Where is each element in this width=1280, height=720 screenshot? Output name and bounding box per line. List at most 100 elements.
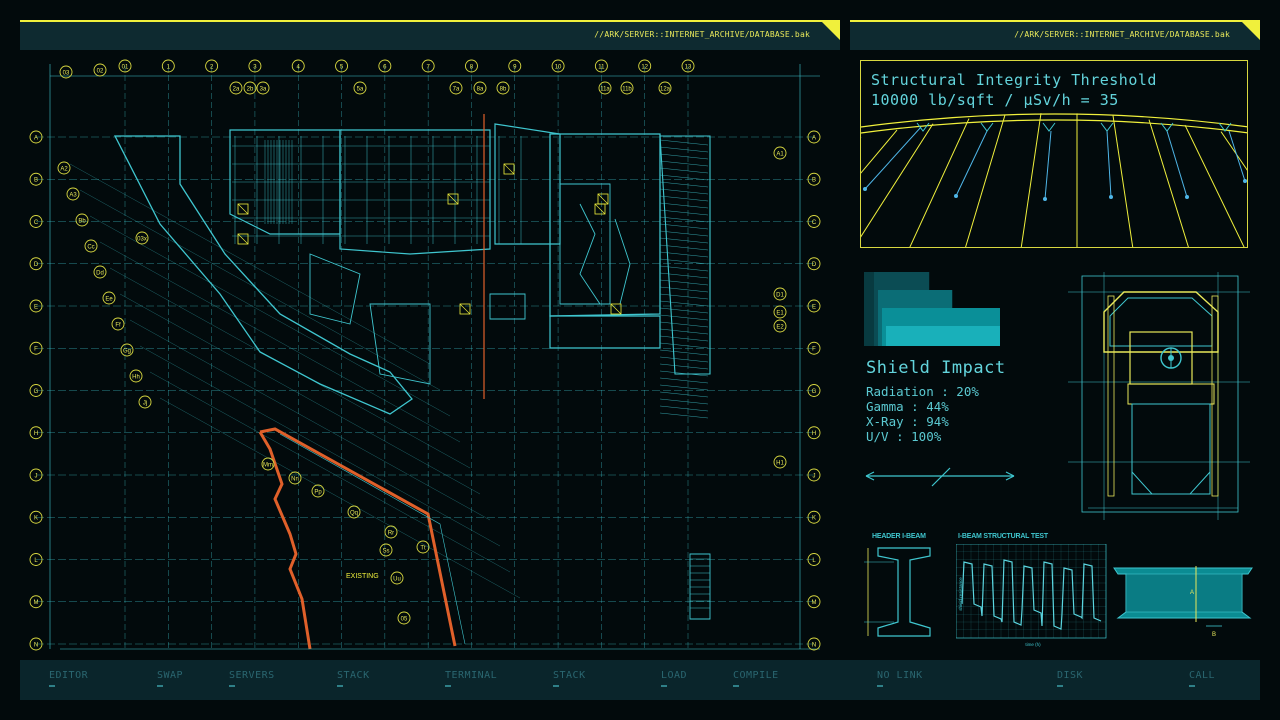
column-bubble-10: 10	[551, 59, 565, 73]
svg-text:L: L	[34, 558, 38, 564]
shield-impact-stairs-graphic	[864, 272, 1000, 346]
taskbar-stack-2[interactable]: STACK	[553, 670, 586, 687]
svg-text:02: 02	[97, 68, 104, 74]
svg-text:Uu: Uu	[393, 576, 401, 582]
diag-bubble-A2: A2	[57, 161, 71, 175]
right-header-path: //ARK/SERVER::INTERNET_ARCHIVE/DATABASE.…	[1014, 30, 1230, 39]
taskbar-terminal[interactable]: TERMINAL	[445, 670, 497, 687]
taskbar-compile[interactable]: COMPILE	[733, 670, 779, 687]
svg-text:Dd: Dd	[96, 270, 104, 276]
header-ibeam-label: HEADER I-BEAM	[872, 533, 926, 540]
lower-bubble-Pp: Pp	[311, 484, 325, 498]
taskbar-stack[interactable]: STACK	[337, 670, 370, 687]
test-ylabel: shield resistance	[958, 577, 963, 611]
blueprint-building	[60, 114, 820, 650]
svg-text:11a: 11a	[600, 86, 610, 92]
svg-text:G: G	[34, 389, 39, 395]
taskbar-no-link[interactable]: NO LINK	[877, 670, 923, 687]
diag-bubble-Hh: Hh	[129, 369, 143, 383]
column-bubble-01: 01	[118, 59, 132, 73]
double-arrow-icon	[865, 467, 1015, 487]
shield-step-3	[886, 326, 1000, 346]
svg-text:M: M	[34, 600, 39, 606]
svg-text:G: G	[812, 389, 817, 395]
svg-text:Bb: Bb	[78, 218, 86, 224]
svg-text:A3: A3	[69, 192, 77, 198]
diag-bubble-Ee: Ee	[102, 291, 116, 305]
svg-text:Rr: Rr	[388, 530, 394, 536]
svg-text:N: N	[812, 642, 816, 648]
left-header-path: //ARK/SERVER::INTERNET_ARCHIVE/DATABASE.…	[594, 30, 810, 39]
column-bubble-12: 12	[638, 59, 652, 73]
blueprint-drawing[interactable]: 01 1 2 3 4 5 6 7 8 9 10 11 12 13A AB BC CD DE EF FG GH HJ JK KL…	[20, 54, 840, 654]
svg-text:F: F	[812, 347, 816, 353]
structural-integrity-panel: Structural Integrity Threshold 10000 lb/…	[860, 60, 1248, 248]
small-bubble-2a: 2a	[229, 81, 243, 95]
integrity-formula: 10000 lb/sqft / µSv/h = 35	[871, 91, 1119, 109]
svg-text:D: D	[812, 262, 817, 268]
svg-text:7: 7	[426, 64, 430, 70]
svg-text:13: 13	[685, 64, 692, 70]
svg-text:1: 1	[167, 64, 171, 70]
taskbar-editor[interactable]: EDITOR	[49, 670, 88, 687]
diag-bubble-Gg: Gg	[120, 343, 134, 357]
taskbar-call[interactable]: CALL	[1189, 670, 1215, 687]
ibeam-test-label: I-BEAM STRUCTURAL TEST	[958, 533, 1048, 540]
small-bubble-02: 02	[93, 63, 107, 77]
svg-text:5: 5	[340, 64, 344, 70]
left-panel-header: //ARK/SERVER::INTERNET_ARCHIVE/DATABASE.…	[20, 20, 840, 50]
svg-text:01: 01	[122, 64, 129, 70]
column-bubble-3: 3	[248, 59, 262, 73]
svg-text:4: 4	[297, 64, 301, 70]
taskbar-disk[interactable]: DISK	[1057, 670, 1083, 687]
mechanical-cross-section	[1068, 272, 1250, 520]
lower-bubble-Rr: Rr	[384, 525, 398, 539]
svg-text:K: K	[34, 516, 38, 522]
svg-text:F: F	[34, 347, 38, 353]
column-bubble-13: 13	[681, 59, 695, 73]
dim-b-label: B	[1212, 632, 1216, 638]
svg-text:Ss: Ss	[382, 548, 389, 554]
taskbar-swap[interactable]: SWAP	[157, 670, 183, 687]
taskbar-load[interactable]: LOAD	[661, 670, 687, 687]
svg-text:2b: 2b	[247, 86, 254, 92]
lower-bubble-05: 05	[397, 611, 411, 625]
structural-integrity-diagram	[861, 113, 1247, 247]
svg-text:K: K	[812, 516, 816, 522]
svg-text:A1: A1	[776, 151, 784, 157]
shield-uv: U/V : 100%	[866, 429, 942, 444]
diag-bubble-Ff: Ff	[111, 317, 125, 331]
lower-bubble-Uu: Uu	[390, 571, 404, 585]
svg-text:N: N	[34, 642, 38, 648]
svg-text:6: 6	[383, 64, 387, 70]
existing-label: EXISTING	[346, 573, 379, 580]
svg-text:2: 2	[210, 64, 214, 70]
svg-text:Mm: Mm	[263, 462, 273, 468]
svg-text:5a: 5a	[357, 86, 364, 92]
svg-text:Jj: Jj	[143, 400, 147, 406]
svg-text:L: L	[812, 558, 816, 564]
svg-text:E: E	[34, 304, 38, 310]
column-bubble-9: 9	[508, 59, 522, 73]
svg-text:Tt: Tt	[420, 545, 426, 551]
svg-text:11: 11	[598, 64, 605, 70]
diag-bubble-A3: A3	[66, 187, 80, 201]
taskbar-servers[interactable]: SERVERS	[229, 670, 275, 687]
shield-radiation: Radiation : 20%	[866, 384, 979, 399]
column-bubble-4: 4	[291, 59, 305, 73]
svg-text:03: 03	[63, 70, 70, 76]
extra-bubble-H1: H1	[773, 455, 787, 469]
svg-text:3: 3	[253, 64, 257, 70]
small-bubble-11b: 11b	[620, 81, 634, 95]
small-bubble-12a: 12a	[658, 81, 672, 95]
diag-bubble-Dd: Dd	[93, 265, 107, 279]
right-panel-header: //ARK/SERVER::INTERNET_ARCHIVE/DATABASE.…	[850, 20, 1260, 50]
svg-text:H: H	[34, 431, 38, 437]
left-header-corner-icon	[822, 22, 840, 40]
small-bubble-2b: 2b	[243, 81, 257, 95]
column-bubble-1: 1	[161, 59, 175, 73]
svg-text:D1: D1	[776, 292, 784, 298]
svg-text:J: J	[35, 473, 38, 479]
svg-text:10: 10	[555, 64, 562, 70]
blueprint-labels: 01 1 2 3 4 5 6 7 8 9 10 11 12 13A AB BC CD DE EF FG GH HJ JK KL…	[29, 59, 821, 651]
